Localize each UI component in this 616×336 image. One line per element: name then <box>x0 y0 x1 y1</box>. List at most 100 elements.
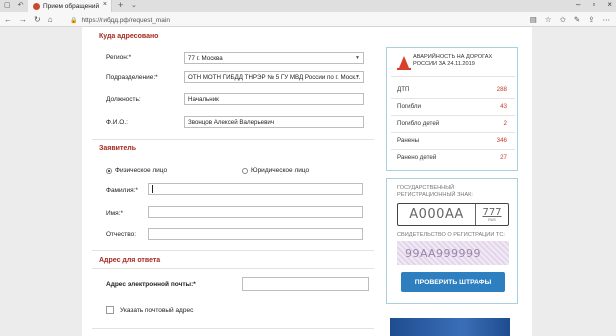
text-cursor <box>152 185 153 193</box>
fio-value: Звонцов Алексей Валерьевич <box>188 118 275 126</box>
position-label: Должность: <box>106 96 141 103</box>
email-input[interactable] <box>242 277 369 291</box>
radio-physical-person[interactable]: Физическое лицо <box>106 167 167 174</box>
chevron-down-icon: ▼ <box>355 74 360 80</box>
stats-label: Ранены <box>397 137 420 144</box>
radio-empty-icon <box>242 167 248 174</box>
plate-caption: ГОСУДАРСТВЕННЫЙ РЕГИСТРАЦИОННЫЙ ЗНАК: <box>397 185 473 198</box>
divider <box>92 139 374 140</box>
chevron-down-icon[interactable]: ⌄ <box>131 1 137 9</box>
divider <box>391 149 515 150</box>
tab-title: Прием обращений <box>43 2 100 10</box>
license-plate-input[interactable]: А000АА 777 RUS <box>397 203 509 226</box>
postal-address-checkbox[interactable] <box>106 306 114 314</box>
radio-physical-label: Физическое лицо <box>115 167 168 174</box>
cert-caption: СВИДЕТЕЛЬСТВО О РЕГИСТРАЦИИ ТС: <box>397 232 505 238</box>
fines-check-widget: ГОСУДАРСТВЕННЫЙ РЕГИСТРАЦИОННЫЙ ЗНАК: А0… <box>386 178 518 304</box>
stats-row: Ранено детей 27 <box>397 154 507 161</box>
section-applicant-title: Заявитель <box>99 145 137 152</box>
back-icon[interactable]: ← <box>4 15 12 24</box>
browser-nav-bar: ← → ↻ ⌂ 🔒 https://гибдд.рф/request_main … <box>0 12 616 27</box>
browser-tab[interactable]: Прием обращений × <box>28 0 112 12</box>
divider <box>391 132 515 133</box>
minimize-icon[interactable]: – <box>576 0 580 9</box>
traffic-cone-icon <box>399 56 409 68</box>
surname-label: Фамилия:* <box>106 187 138 194</box>
stats-label: Погибли <box>397 103 421 110</box>
region-value: 77 г. Москва <box>188 54 223 62</box>
plate-region-box: 777 RUS <box>476 204 508 225</box>
fio-label: Ф.И.О.: <box>106 119 128 126</box>
site-favicon-icon <box>33 2 40 10</box>
divider <box>391 98 515 99</box>
divider <box>92 328 374 329</box>
back-tabs-icon[interactable]: ↶ <box>18 1 24 9</box>
division-select[interactable]: ОТН МОТН ГИБДД ТНРЭР № 5 ГУ МВД России п… <box>184 71 364 83</box>
reading-view-icon[interactable]: ▤ <box>530 15 537 24</box>
fio-input[interactable]: Звонцов Алексей Валерьевич <box>184 116 364 128</box>
divider <box>391 115 515 116</box>
plate-country: RUS <box>488 217 496 222</box>
new-tab-icon[interactable]: + <box>118 0 123 10</box>
request-form: Куда адресовано Регион:* 77 г. Москва ▼ … <box>92 28 374 336</box>
stats-value: 43 <box>500 103 507 110</box>
division-value: ОТН МОТН ГИБДД ТНРЭР № 5 ГУ МВД России п… <box>188 73 361 81</box>
stats-row: ДТП 288 <box>397 86 507 93</box>
address-bar[interactable]: 🔒 https://гибдд.рф/request_main <box>70 15 490 25</box>
more-icon[interactable]: ⋯ <box>603 15 611 24</box>
radio-legal-label: Юридическое лицо <box>251 167 310 174</box>
stats-label: ДТП <box>397 86 410 93</box>
surname-input[interactable] <box>148 183 363 195</box>
region-label: Регион:* <box>106 54 132 61</box>
registration-cert-input[interactable]: 99АА999999 <box>397 241 509 265</box>
share-icon[interactable]: ⇪ <box>588 15 594 24</box>
stats-header: АВАРИЙНОСТЬ НА ДОРОГАХ РОССИИ ЗА 24.11.2… <box>391 51 515 77</box>
radio-selected-icon <box>106 167 112 174</box>
stats-label: Ранено детей <box>397 154 437 161</box>
radio-legal-entity[interactable]: Юридическое лицо <box>242 167 309 174</box>
stats-value: 27 <box>500 154 507 161</box>
close-window-icon[interactable]: × <box>607 0 612 9</box>
stats-value: 288 <box>496 86 507 93</box>
nav-right-icons: ▤ ☆ ✩ ✎ ⇪ ⋯ <box>530 15 610 24</box>
name-input[interactable] <box>148 206 363 218</box>
browser-tab-bar: ▢ ↶ Прием обращений × + ⌄ – ▫ × <box>0 0 616 12</box>
cert-number: 99АА999999 <box>405 246 482 260</box>
nav-buttons: ← → ↻ ⌂ <box>4 15 53 24</box>
promo-banner[interactable] <box>390 318 510 336</box>
divider <box>92 268 374 269</box>
favorites-icon[interactable]: ✩ <box>560 15 566 24</box>
stats-label: Погибло детей <box>397 120 440 127</box>
patronymic-label: Отчество: <box>106 231 137 238</box>
email-label: Адрес электронной почты:* <box>106 281 196 288</box>
traffic-cone-base <box>397 68 411 70</box>
forward-icon[interactable]: → <box>19 15 27 24</box>
plate-region: 777 <box>482 206 502 218</box>
maximize-icon[interactable]: ▫ <box>592 0 595 9</box>
check-fines-button[interactable]: ПРОВЕРИТЬ ШТРАФЫ <box>401 272 505 292</box>
region-select[interactable]: 77 г. Москва ▼ <box>184 52 364 64</box>
home-icon[interactable]: ⌂ <box>48 15 53 24</box>
accident-stats-widget: АВАРИЙНОСТЬ НА ДОРОГАХ РОССИИ ЗА 24.11.2… <box>386 47 518 171</box>
stats-row: Ранены 346 <box>397 137 507 144</box>
division-label: Подразделение:* <box>106 74 158 81</box>
tabs-aside-icon[interactable]: ▢ <box>4 1 11 9</box>
position-input[interactable]: Начальник <box>184 93 364 105</box>
postal-address-label: Указать почтовый адрес <box>120 307 194 314</box>
pen-icon[interactable]: ✎ <box>574 15 580 24</box>
divider <box>92 250 374 251</box>
window-controls: – ▫ × <box>576 0 612 9</box>
position-value: Начальник <box>188 95 219 103</box>
stats-value: 2 <box>503 120 507 127</box>
stats-row: Погибло детей 2 <box>397 120 507 127</box>
refresh-icon[interactable]: ↻ <box>34 15 41 24</box>
section-reply-title: Адрес для ответа <box>99 257 161 264</box>
stats-row: Погибли 43 <box>397 103 507 110</box>
url-text: https://гибдд.рф/request_main <box>81 16 170 24</box>
patronymic-input[interactable] <box>148 228 363 240</box>
favorite-star-icon[interactable]: ☆ <box>545 15 552 24</box>
close-tab-icon[interactable]: × <box>103 1 107 8</box>
stats-title: АВАРИЙНОСТЬ НА ДОРОГАХ РОССИИ ЗА 24.11.2… <box>413 54 493 67</box>
name-label: Имя:* <box>106 210 123 217</box>
lock-icon: 🔒 <box>70 17 78 24</box>
